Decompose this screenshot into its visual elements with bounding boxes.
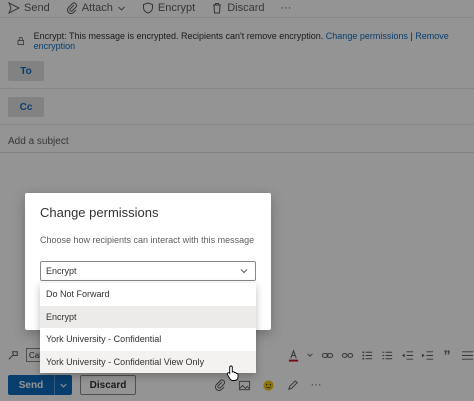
option-york-confidential-view-only[interactable]: York University - Confidential View Only	[40, 350, 256, 373]
chevron-down-icon	[240, 269, 248, 274]
option-york-confidential[interactable]: York University - Confidential	[40, 328, 256, 351]
permissions-dropdown: Do Not Forward Encrypt York University -…	[40, 283, 256, 373]
hand-cursor-icon	[226, 365, 239, 381]
permissions-select[interactable]: Encrypt	[40, 261, 256, 281]
option-do-not-forward[interactable]: Do Not Forward	[40, 283, 256, 306]
selected-permission: Encrypt	[46, 266, 77, 276]
dialog-title: Change permissions	[40, 205, 159, 220]
dialog-description: Choose how recipients can interact with …	[40, 235, 255, 245]
option-encrypt[interactable]: Encrypt	[40, 305, 256, 328]
